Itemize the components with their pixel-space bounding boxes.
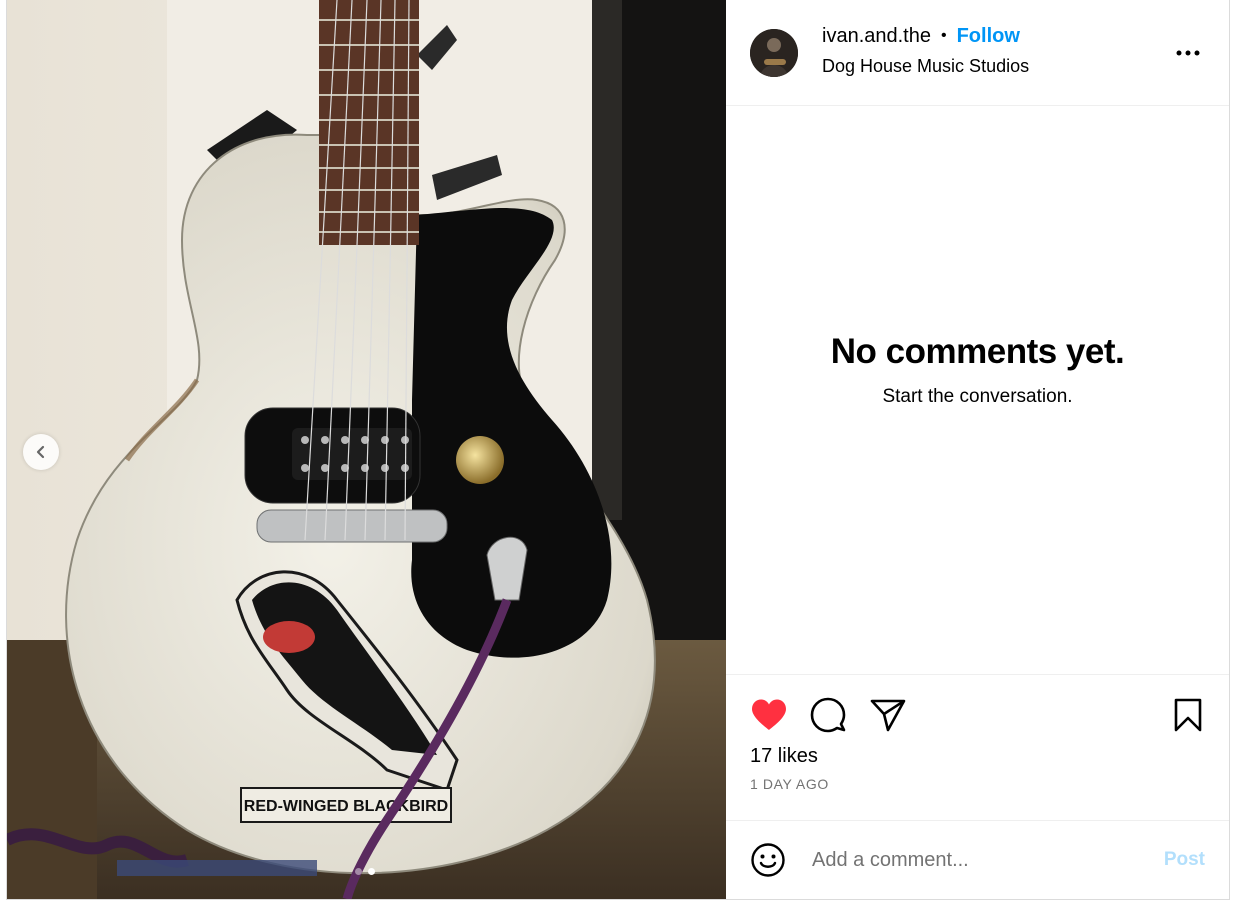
heart-filled-icon [752,699,786,730]
post-dialog: RED-WINGED BLACKBIRD ivan.and.the • Foll… [6,0,1230,900]
post-timestamp[interactable]: 1 DAY AGO [750,776,1205,792]
sticker-text: RED-WINGED BLACKBIRD [244,798,448,815]
like-button[interactable] [750,697,790,733]
follow-button[interactable]: Follow [957,25,1020,48]
comment-button[interactable] [810,697,850,733]
bookmark-icon [1174,698,1202,732]
location-link[interactable]: Dog House Music Studios [822,56,1029,77]
username[interactable]: ivan.and.the [822,25,931,48]
avatar[interactable] [750,28,798,77]
guitar-photo: RED-WINGED BLACKBIRD [7,0,726,899]
comments-section: No comments yet. Start the conversation. [726,106,1229,675]
post-media[interactable]: RED-WINGED BLACKBIRD [7,0,726,899]
carousel-dot [355,868,362,875]
comment-composer: Post [726,821,1229,899]
more-options-button[interactable] [1175,40,1201,71]
carousel-dot-active [368,868,375,875]
empty-comments-subtitle: Start the conversation. [882,386,1073,407]
post-header: ivan.and.the • Follow Dog House Music St… [726,0,1229,106]
carousel-prev-button[interactable] [23,434,59,470]
action-row [750,697,1205,733]
share-icon [870,699,906,732]
actions-area: 17 likes 1 DAY AGO [726,675,1229,821]
save-button[interactable] [1173,697,1203,738]
comment-icon [810,697,846,733]
post-comment-button[interactable]: Post [1164,849,1205,871]
emoji-icon [751,843,785,877]
post-details-panel: ivan.and.the • Follow Dog House Music St… [726,0,1229,899]
comment-input[interactable] [810,847,1164,873]
empty-comments-title: No comments yet. [830,332,1125,371]
share-button[interactable] [870,697,910,733]
separator: • [940,27,947,44]
carousel-indicator [355,868,375,875]
likes-count[interactable]: 17 likes [750,745,1205,768]
user-block: ivan.and.the • Follow Dog House Music St… [822,25,1029,77]
more-horizontal-icon [1176,50,1200,56]
user-line: ivan.and.the • Follow [822,25,1029,48]
emoji-button[interactable] [750,842,786,878]
chevron-left-icon [36,445,45,459]
avatar-image [750,28,798,77]
